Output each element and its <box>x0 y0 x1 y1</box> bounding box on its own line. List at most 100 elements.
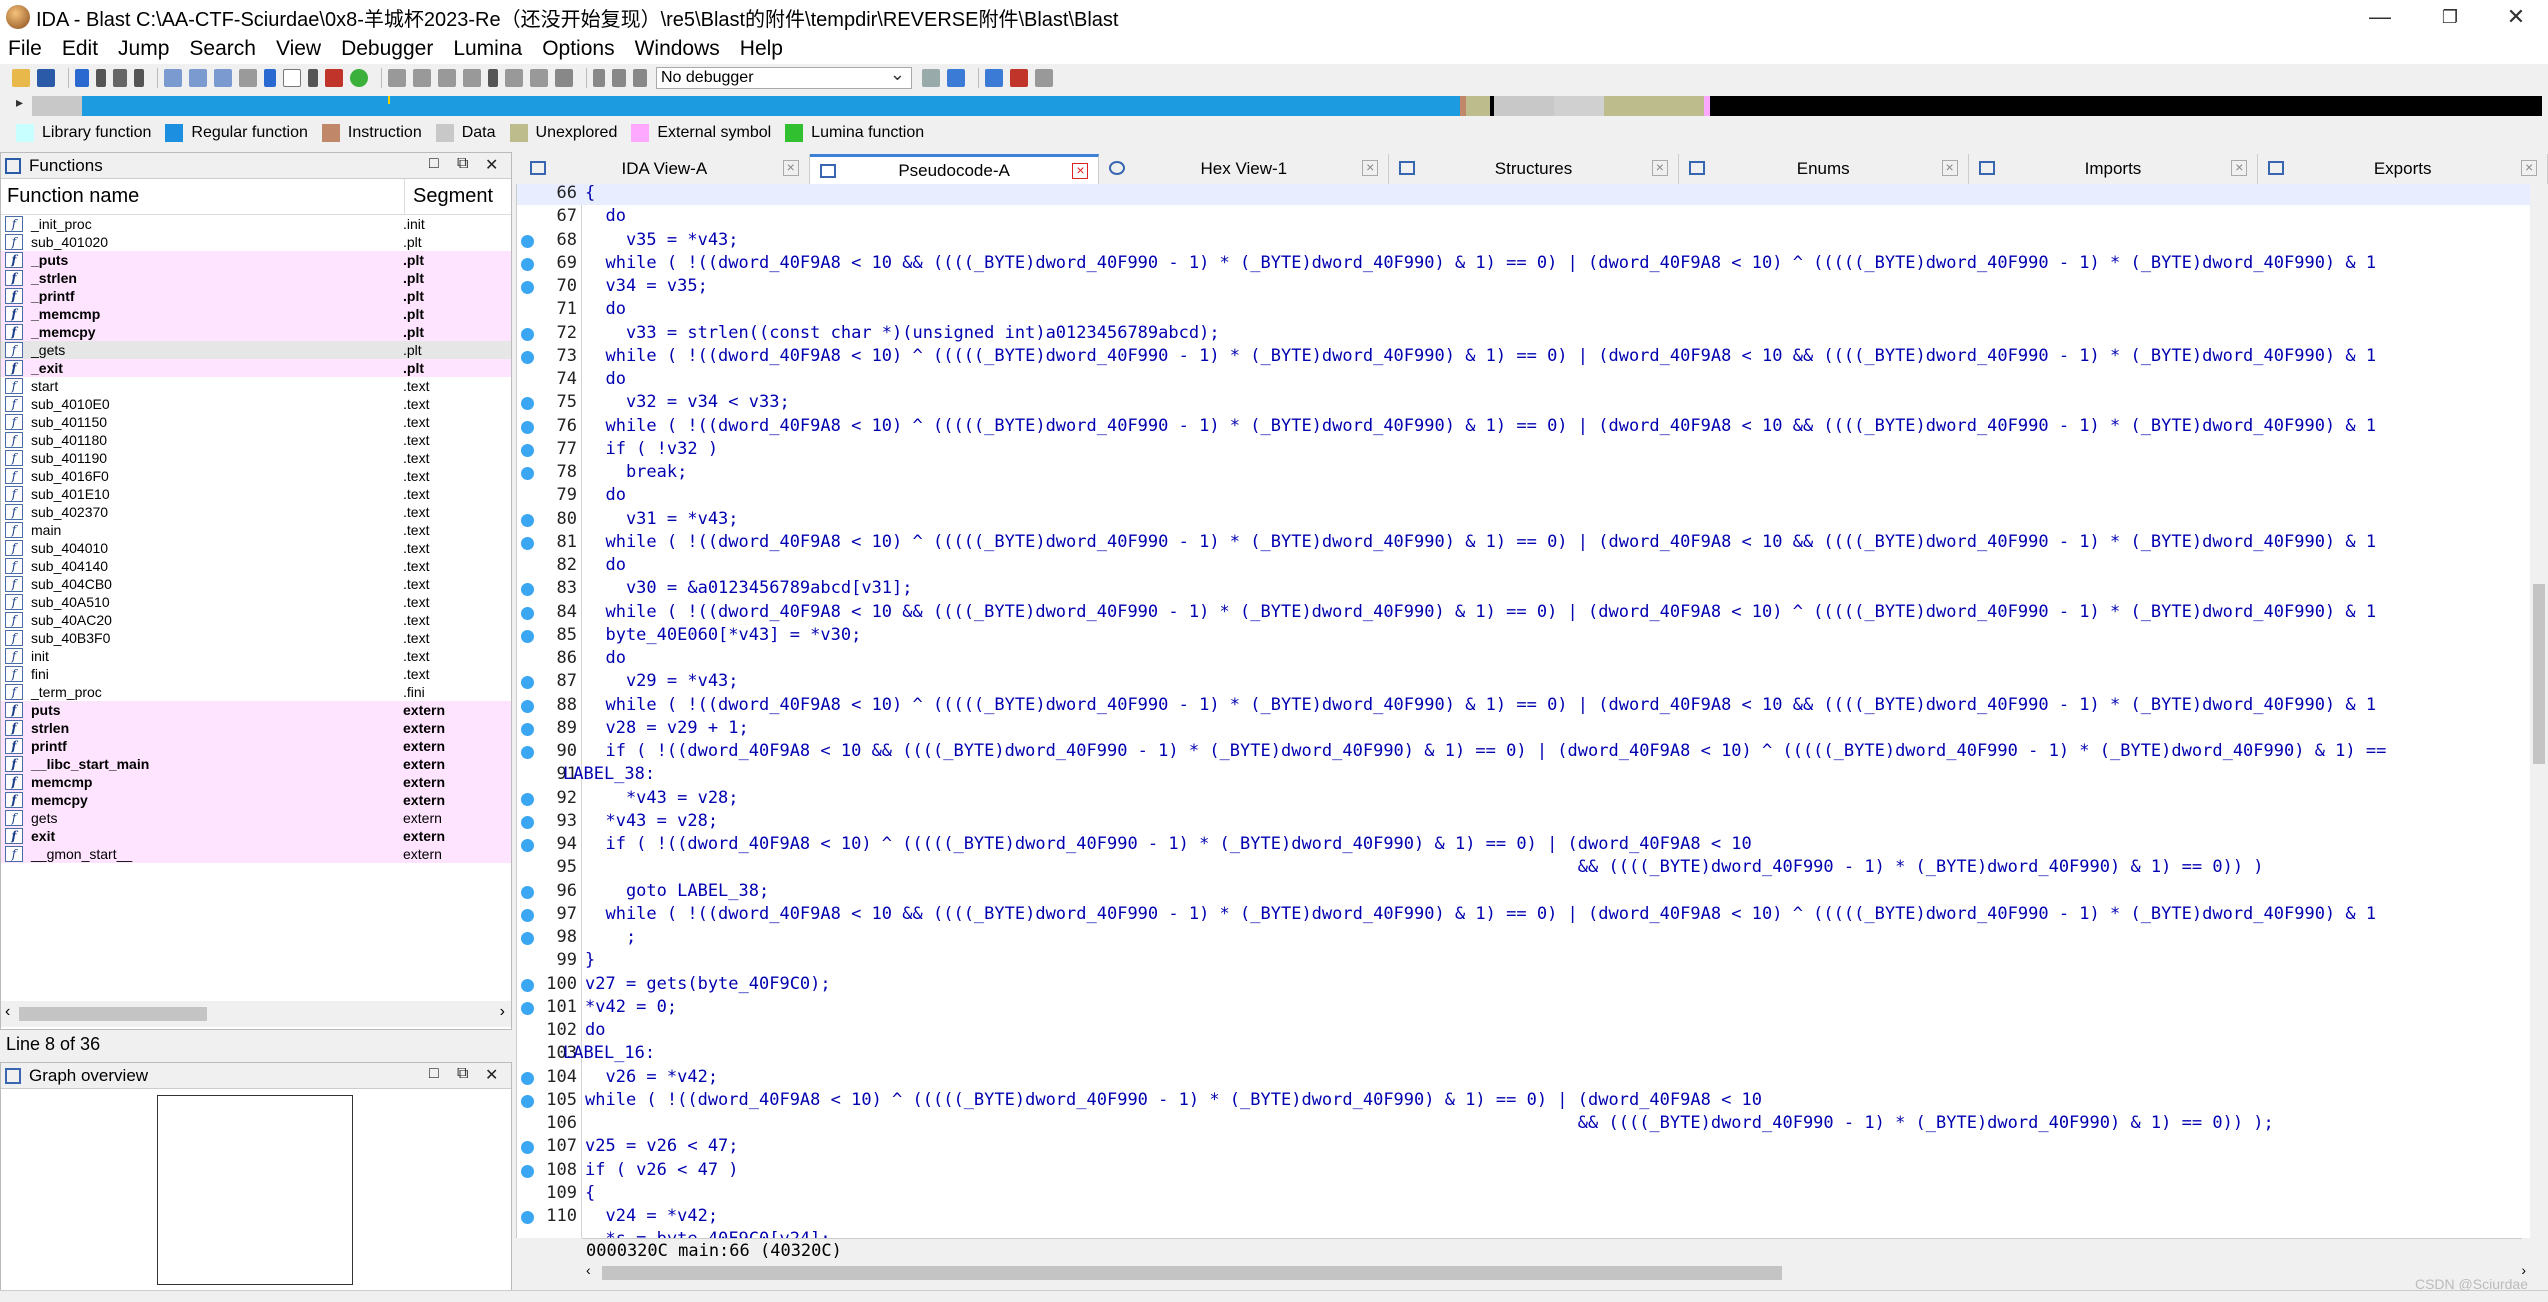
function-row[interactable]: f gets extern <box>1 809 511 827</box>
code-line[interactable]: 71 do <box>517 298 2548 321</box>
stop-icon[interactable] <box>633 69 647 87</box>
code-line[interactable]: 81 while ( !((dword_40F9A8 < 10) ^ (((((… <box>517 531 2548 554</box>
function-row[interactable]: f _strlen .plt <box>1 269 511 287</box>
function-row[interactable]: f start .text <box>1 377 511 395</box>
code-line[interactable]: 77 if ( !v32 ) <box>517 438 2548 461</box>
code-line[interactable]: 110 v24 = *v42; <box>517 1205 2548 1228</box>
assemble-icon[interactable] <box>413 69 431 87</box>
code-line[interactable]: 69 while ( !((dword_40F9A8 < 10 && ((((_… <box>517 252 2548 275</box>
close-window-button[interactable]: ✕ <box>2486 0 2546 34</box>
minimize-button[interactable]: — <box>2350 0 2410 34</box>
function-row[interactable]: f _term_proc .fini <box>1 683 511 701</box>
tab-enums[interactable]: Enums × <box>1679 154 1969 184</box>
code-line[interactable]: 70 v34 = v35; <box>517 275 2548 298</box>
function-row[interactable]: f sub_40A510 .text <box>1 593 511 611</box>
menu-windows[interactable]: Windows <box>635 37 720 61</box>
function-row[interactable]: f exit extern <box>1 827 511 845</box>
function-row[interactable]: f fini .text <box>1 665 511 683</box>
code-line[interactable]: 72 v33 = strlen((const char *)(unsigned … <box>517 322 2548 345</box>
code-line[interactable]: 87 v29 = *v43; <box>517 670 2548 693</box>
tab-structures[interactable]: Structures × <box>1389 154 1679 184</box>
code-line[interactable]: 104 v26 = *v42; <box>517 1066 2548 1089</box>
function-row[interactable]: f sub_4016F0 .text <box>1 467 511 485</box>
jump-down-icon[interactable] <box>264 69 276 87</box>
function-row[interactable]: f sub_401020 .plt <box>1 233 511 251</box>
paste-icon[interactable] <box>189 69 207 87</box>
function-row[interactable]: f strlen extern <box>1 719 511 737</box>
code-line[interactable]: 74 do <box>517 368 2548 391</box>
functions-hscrollbar[interactable]: ‹ › <box>1 1001 511 1027</box>
plus-icon[interactable] <box>463 69 481 87</box>
clipboard-icon[interactable] <box>214 69 232 87</box>
code-line[interactable]: 105 while ( !((dword_40F9A8 < 10) ^ (((((… <box>517 1089 2548 1112</box>
code-line[interactable]: 102 do <box>517 1019 2548 1042</box>
function-row[interactable]: f _init_proc .init <box>1 215 511 233</box>
menu-file[interactable]: File <box>8 37 42 61</box>
code-line[interactable]: 68 v35 = *v43; <box>517 229 2548 252</box>
code-line[interactable]: 75 v32 = v34 < v33; <box>517 391 2548 414</box>
navigation-strip[interactable] <box>32 96 2542 116</box>
code-line[interactable]: 109 { <box>517 1182 2548 1205</box>
function-row[interactable]: f sub_4010E0 .text <box>1 395 511 413</box>
code-line[interactable]: 66 { <box>517 184 2548 205</box>
function-row[interactable]: f sub_404140 .text <box>1 557 511 575</box>
code-line[interactable]: 79 do <box>517 484 2548 507</box>
code-line[interactable]: 103 LABEL_16: <box>517 1042 2548 1065</box>
function-row[interactable]: f _gets .plt <box>1 341 511 359</box>
menu-view[interactable]: View <box>276 37 321 61</box>
tab-close-icon[interactable]: × <box>1651 160 1668 176</box>
pseudocode-view[interactable]: 66{67 do 68 v35 = *v43; 69 while ( !((dwor… <box>516 184 2548 1238</box>
dropdown-icon[interactable] <box>488 69 498 87</box>
code-line[interactable]: 91 LABEL_38: <box>517 763 2548 786</box>
save-icon[interactable] <box>37 69 55 87</box>
function-row[interactable]: f sub_401E10 .text <box>1 485 511 503</box>
code-line[interactable]: 95 && ((((_BYTE)dword_40F990 - 1) * (_BY… <box>517 856 2548 879</box>
code-line[interactable]: 85 byte_40E060[*v43] = *v30; <box>517 624 2548 647</box>
flag-icon[interactable] <box>1010 69 1028 87</box>
code-line[interactable]: 93 *v43 = v28; <box>517 810 2548 833</box>
apply-icon[interactable] <box>438 69 456 87</box>
menu-help[interactable]: Help <box>740 37 783 61</box>
function-row[interactable]: f _printf .plt <box>1 287 511 305</box>
code-line[interactable]: 97 while ( !((dword_40F9A8 < 10 && ((((_… <box>517 903 2548 926</box>
code-line[interactable]: 92 *v43 = v28; <box>517 787 2548 810</box>
code-line[interactable]: 106 && ((((_BYTE)dword_40F990 - 1) * (_B… <box>517 1112 2548 1135</box>
function-row[interactable]: f sub_40AC20 .text <box>1 611 511 629</box>
code-line[interactable]: 108 if ( v26 < 47 ) <box>517 1159 2548 1182</box>
settings-icon[interactable] <box>1035 69 1053 87</box>
function-row[interactable]: f sub_404CB0 .text <box>1 575 511 593</box>
panel-maximize-icon[interactable]: □ <box>429 1065 439 1083</box>
tool-icon[interactable] <box>530 69 548 87</box>
tab-ida-view-a[interactable]: IDA View-A × <box>520 154 810 184</box>
menu-search[interactable]: Search <box>189 37 256 61</box>
menu-options[interactable]: Options <box>542 37 614 61</box>
function-row[interactable]: f main .text <box>1 521 511 539</box>
function-row[interactable]: f puts extern <box>1 701 511 719</box>
nav-arrow-icon[interactable]: ▸ <box>16 94 23 111</box>
code-line[interactable]: 88 while ( !((dword_40F9A8 < 10) ^ (((((… <box>517 694 2548 717</box>
function-row[interactable]: f sub_401190 .text <box>1 449 511 467</box>
step-icon[interactable] <box>947 69 965 87</box>
panel-close-icon[interactable]: ✕ <box>485 1065 498 1085</box>
function-row[interactable]: f memcmp extern <box>1 773 511 791</box>
code-line[interactable]: 107 v25 = v26 < 47; <box>517 1135 2548 1158</box>
forward-arrow-icon[interactable] <box>113 69 127 87</box>
run-icon[interactable] <box>350 69 368 87</box>
text-search-icon[interactable] <box>283 69 301 87</box>
function-row[interactable]: f _memcpy .plt <box>1 323 511 341</box>
code-line[interactable]: *s = byte_40F9C0[v24]; <box>517 1228 2548 1238</box>
code-line[interactable]: 94 if ( !((dword_40F9A8 < 10) ^ (((((_BY… <box>517 833 2548 856</box>
code-line[interactable]: 98 ; <box>517 926 2548 949</box>
menu-jump[interactable]: Jump <box>118 37 169 61</box>
tab-imports[interactable]: Imports × <box>1969 154 2259 184</box>
code-line[interactable]: 67 do <box>517 205 2548 228</box>
cross-icon[interactable] <box>555 69 573 87</box>
graph-icon[interactable] <box>985 69 1003 87</box>
tab-close-icon[interactable]: × <box>2521 160 2538 176</box>
function-row[interactable]: f sub_401180 .text <box>1 431 511 449</box>
scroll-thumb[interactable] <box>602 1266 1782 1280</box>
code-hscrollbar[interactable]: ‹ › <box>582 1262 2530 1284</box>
maximize-button[interactable]: ❐ <box>2420 0 2480 34</box>
column-segment[interactable]: Segment <box>405 185 493 208</box>
scroll-left-icon[interactable]: ‹ <box>5 1003 10 1021</box>
